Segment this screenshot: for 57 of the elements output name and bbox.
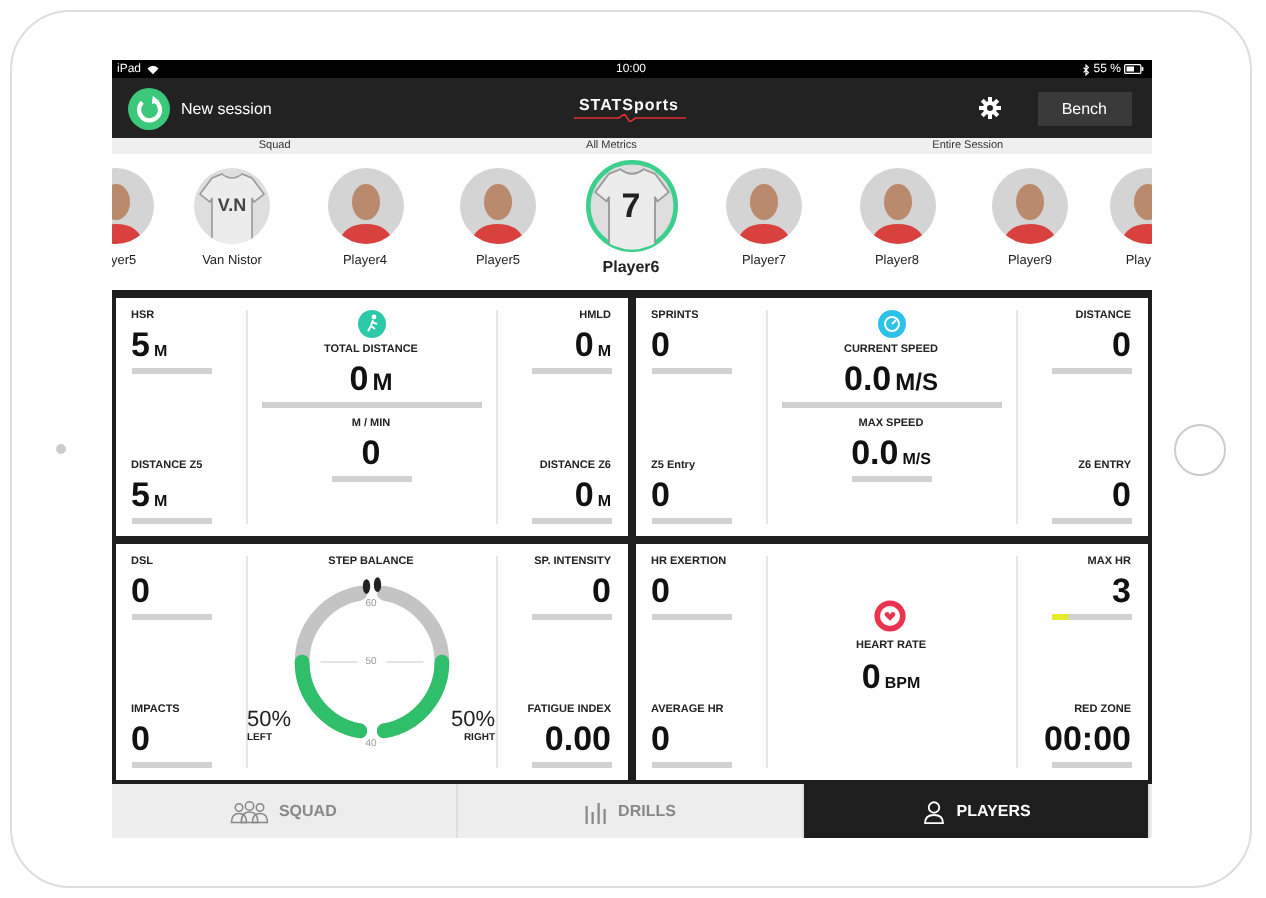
person-icon bbox=[922, 799, 947, 823]
metric-value: 00:00 bbox=[1044, 722, 1131, 756]
metric-value: 0 bbox=[131, 573, 150, 607]
metric-unit: M bbox=[153, 342, 168, 360]
metric-unit: M bbox=[372, 368, 393, 396]
jersey-avatar[interactable] bbox=[585, 160, 677, 252]
metric-value: 0 bbox=[574, 328, 594, 362]
metric-value: 0 bbox=[651, 477, 670, 511]
metric-unit: M/S bbox=[902, 450, 931, 468]
metric-value: 0 bbox=[349, 362, 369, 396]
bluetooth-icon bbox=[1081, 63, 1090, 75]
player-name[interactable]: Player6 bbox=[602, 258, 660, 276]
metric-unit: M/S bbox=[895, 368, 938, 396]
metric-value: 5 bbox=[131, 477, 150, 511]
metric-unit: M bbox=[153, 491, 168, 509]
logo: STATSports bbox=[573, 95, 685, 121]
player-avatar[interactable] bbox=[325, 166, 405, 246]
battery-icon bbox=[1124, 64, 1145, 74]
footprints-icon bbox=[361, 576, 381, 593]
metric-value: 0 bbox=[651, 573, 670, 607]
metric-unit: M bbox=[597, 491, 611, 509]
bench-button[interactable]: Bench bbox=[1037, 91, 1131, 125]
metric-value: 0 bbox=[651, 328, 670, 362]
jersey-avatar[interactable] bbox=[192, 166, 272, 246]
metric-value: 0 bbox=[574, 477, 594, 511]
metric-value: 0 bbox=[651, 722, 670, 756]
balance-percent: 50% bbox=[247, 707, 292, 731]
group-icon bbox=[229, 799, 269, 823]
metric-value: 0 bbox=[861, 659, 881, 693]
metric-value: 0.0 bbox=[844, 362, 892, 396]
metric-unit: M bbox=[597, 342, 611, 360]
wifi-icon bbox=[145, 63, 160, 75]
jersey-number: 7 bbox=[621, 189, 641, 223]
new-session-button[interactable]: New session bbox=[127, 87, 407, 129]
metric-value: 0 bbox=[1112, 328, 1131, 362]
metric-value: 0 bbox=[1112, 477, 1131, 511]
metric-value: 0 bbox=[361, 436, 381, 470]
tab[interactable]: PLAYERS bbox=[804, 784, 1151, 838]
player-avatar[interactable] bbox=[857, 166, 937, 246]
bar-chart-icon bbox=[584, 799, 609, 823]
metric-value: 5 bbox=[131, 328, 150, 362]
settings-icon[interactable] bbox=[977, 96, 1002, 120]
metric-value: 0 bbox=[131, 722, 150, 756]
metric-unit: BPM bbox=[884, 673, 921, 691]
metric-value: 0.00 bbox=[544, 722, 611, 756]
jersey-number: V.N bbox=[217, 197, 247, 215]
metric-value: 3 bbox=[1112, 573, 1131, 607]
metric-value: 0.0 bbox=[851, 436, 899, 470]
player-avatar[interactable] bbox=[990, 166, 1070, 246]
metric-value: 0 bbox=[592, 573, 611, 607]
player-avatar[interactable] bbox=[724, 166, 804, 246]
player-avatar[interactable] bbox=[458, 166, 538, 246]
balance-percent: 50% bbox=[450, 707, 495, 731]
refresh-icon bbox=[127, 87, 169, 129]
runner-icon bbox=[357, 310, 385, 338]
speedometer-icon bbox=[877, 310, 905, 338]
camera-dot bbox=[56, 444, 67, 454]
